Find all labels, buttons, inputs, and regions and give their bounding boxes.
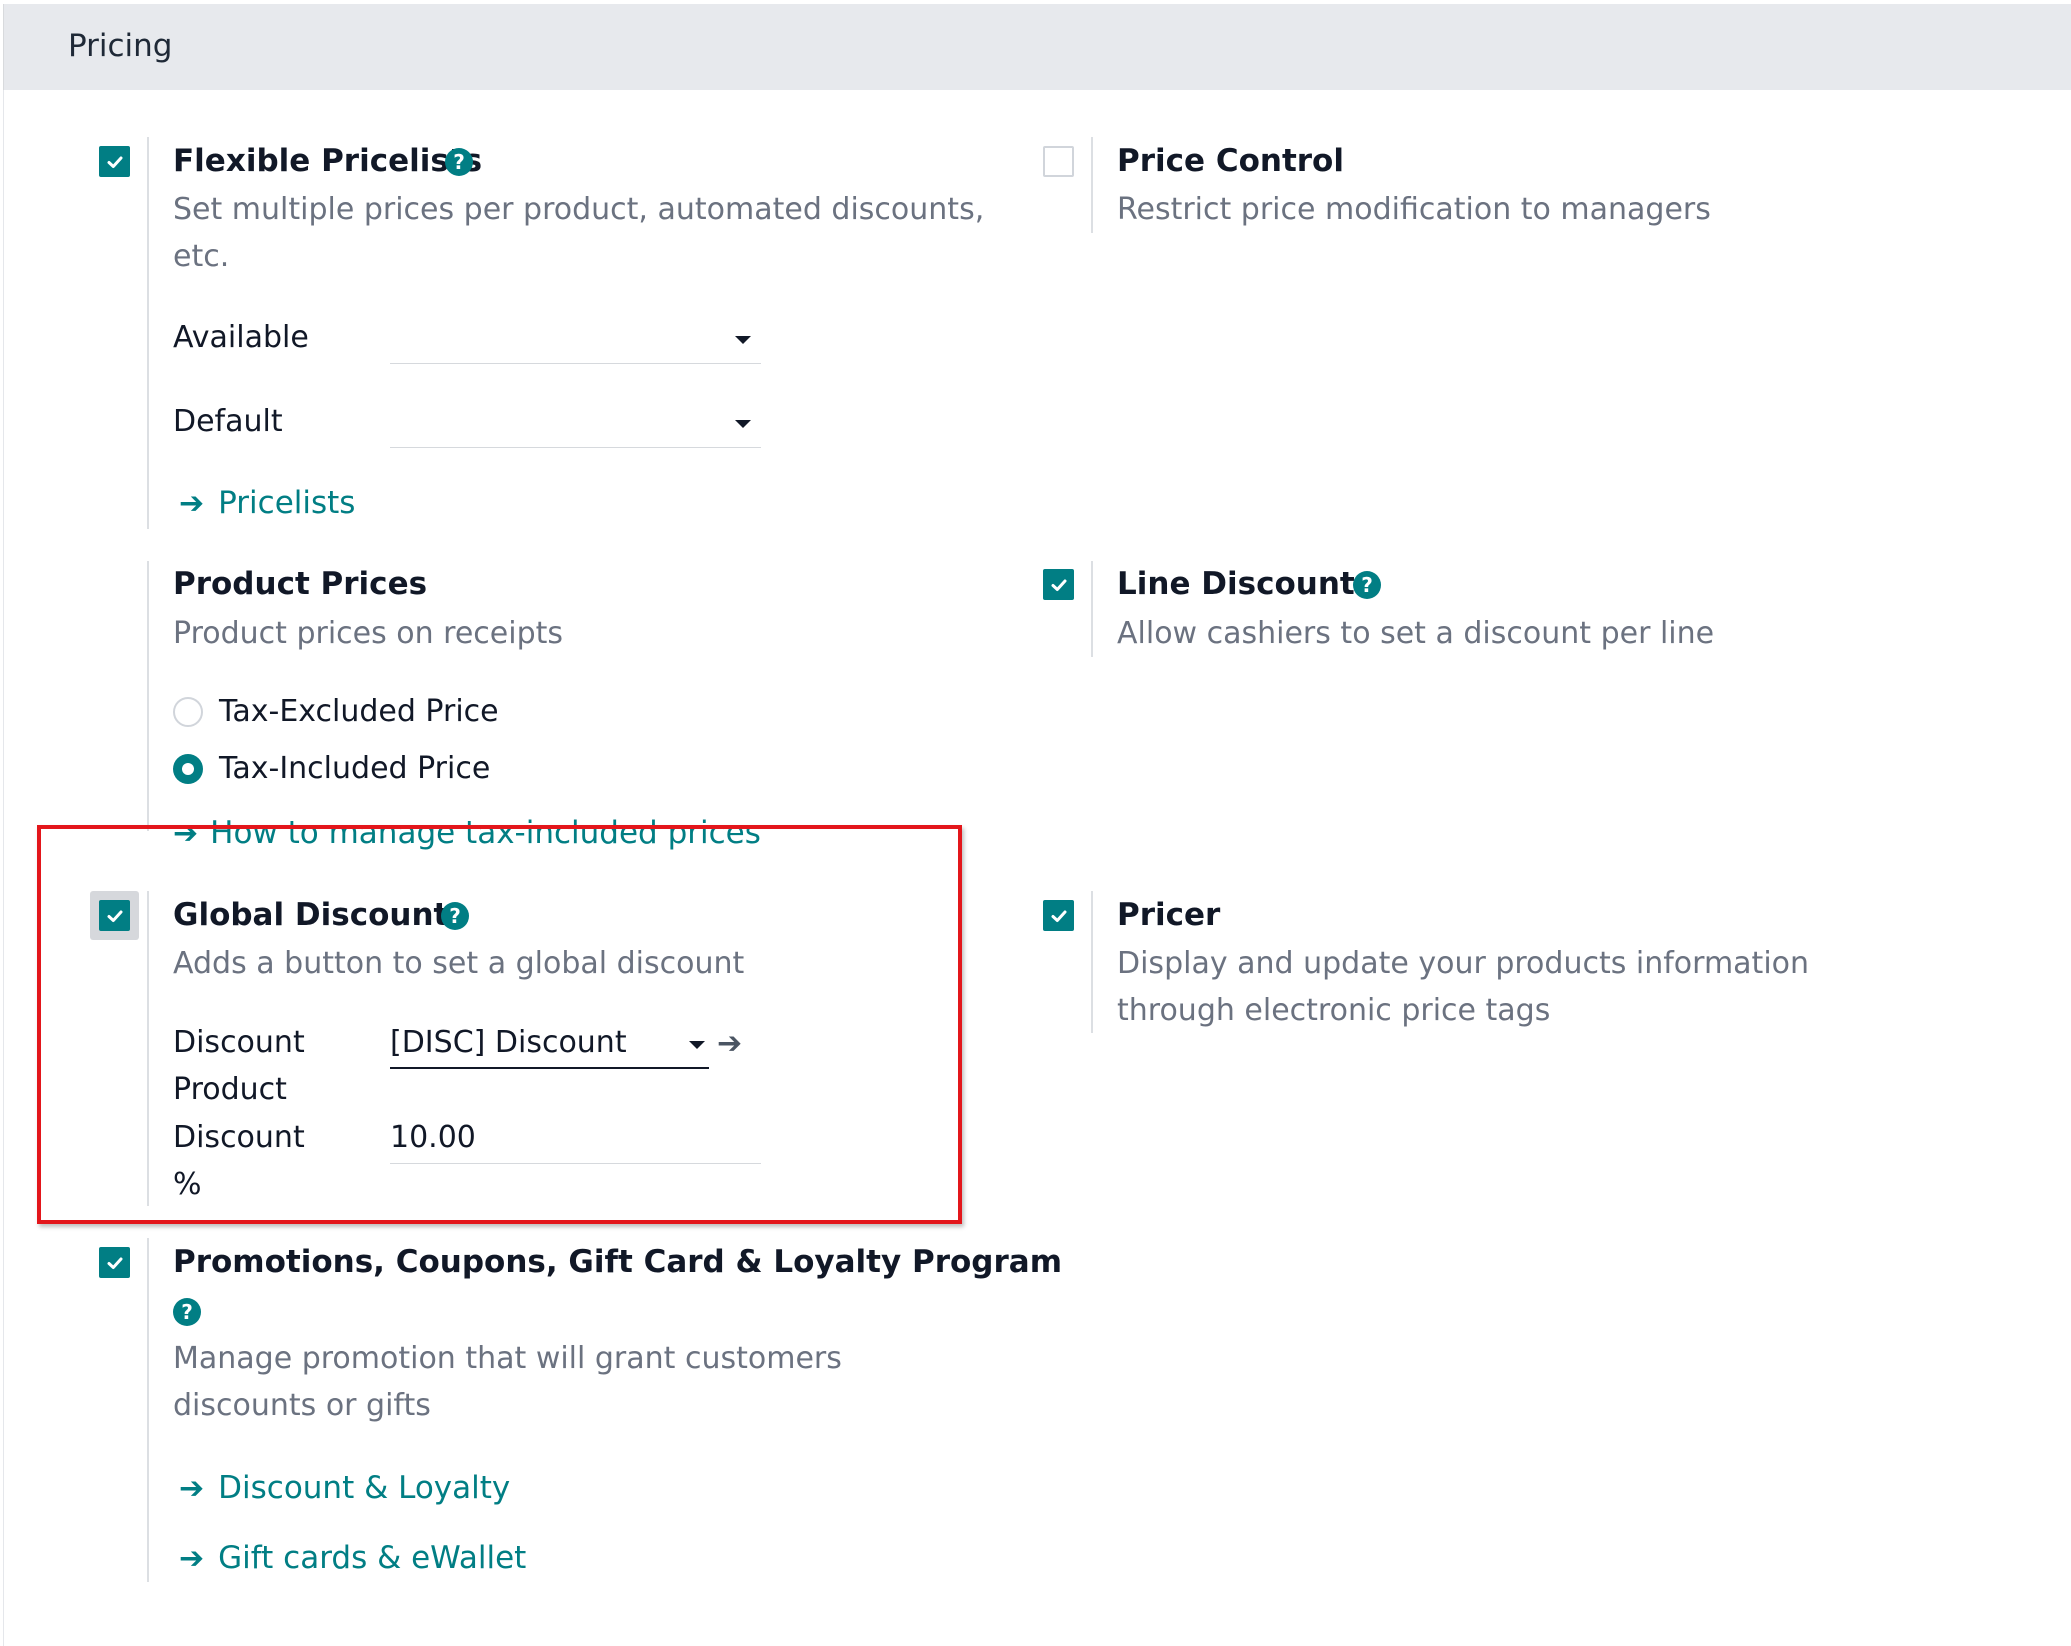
section-header: Pricing [3,4,2071,90]
available-label: Available [173,320,309,355]
tax-excluded-radio[interactable] [173,697,203,727]
check-icon [1051,910,1066,922]
setting-divider [1091,137,1093,233]
price-control-title: Price Control [1117,143,1344,179]
price-control-checkbox[interactable] [1043,146,1074,177]
arrow-right-icon: ➔ [179,1470,205,1506]
pricer-checkbox[interactable] [1043,900,1074,931]
pricer-description-line1: Display and update your products informa… [1117,946,1810,981]
promotions-description-line1: Manage promotion that will grant custome… [173,1341,842,1376]
setting-divider [147,137,149,529]
discount-loyalty-link-label: Discount & Loyalty [218,1470,511,1506]
line-discounts-description: Allow cashiers to set a discount per lin… [1117,616,1715,651]
available-pricelists-select[interactable] [390,316,761,364]
check-icon [1051,579,1066,591]
help-icon[interactable]: ? [1353,571,1381,599]
setting-divider [1091,561,1093,657]
help-icon[interactable]: ? [445,148,473,176]
tax-included-label: Tax-Included Price [219,751,491,786]
flexible-pricelists-checkbox[interactable] [99,146,130,177]
arrow-right-icon: ➔ [179,1540,205,1576]
tax-included-radio[interactable] [173,754,203,784]
default-pricelist-select[interactable] [390,400,761,448]
line-discounts-checkbox[interactable] [1043,569,1074,600]
pricelists-link[interactable]: ➔ Pricelists [179,485,355,521]
check-icon [107,156,122,168]
product-prices-title: Product Prices [173,566,428,602]
chevron-down-icon [735,336,751,344]
setting-divider [147,561,149,831]
check-icon [107,1257,122,1269]
flexible-pricelists-description: Set multiple prices per product, automat… [173,192,985,274]
setting-divider [147,1238,149,1582]
flexible-pricelists-title: Flexible Pricelists [173,143,483,179]
highlight-annotation-box [37,825,962,1224]
default-label: Default [173,404,283,439]
page-border [3,90,4,1646]
pricelists-link-label: Pricelists [218,485,356,521]
pricer-title: Pricer [1117,897,1221,933]
chevron-down-icon [735,420,751,428]
pricer-description-line2: through electronic price tags [1117,993,1551,1028]
discount-loyalty-link[interactable]: ➔ Discount & Loyalty [179,1470,510,1506]
product-prices-description: Product prices on receipts [173,616,564,651]
promotions-checkbox[interactable] [99,1247,130,1278]
line-discounts-title: Line Discounts [1117,566,1374,602]
help-icon[interactable]: ? [173,1298,201,1326]
price-control-description: Restrict price modification to managers [1117,192,1711,227]
section-title: Pricing [68,28,173,64]
promotions-description-line2: discounts or gifts [173,1388,431,1423]
pricer-description: Display and update your products informa… [1117,940,2017,1034]
promotions-title: Promotions, Coupons, Gift Card & Loyalty… [173,1244,1062,1280]
arrow-right-icon: ➔ [179,485,205,521]
gift-cards-link-label: Gift cards & eWallet [218,1540,527,1576]
gift-cards-link[interactable]: ➔ Gift cards & eWallet [179,1540,526,1576]
promotions-description: Manage promotion that will grant custome… [173,1335,993,1429]
tax-excluded-label: Tax-Excluded Price [219,694,499,729]
setting-divider [1091,891,1093,1033]
